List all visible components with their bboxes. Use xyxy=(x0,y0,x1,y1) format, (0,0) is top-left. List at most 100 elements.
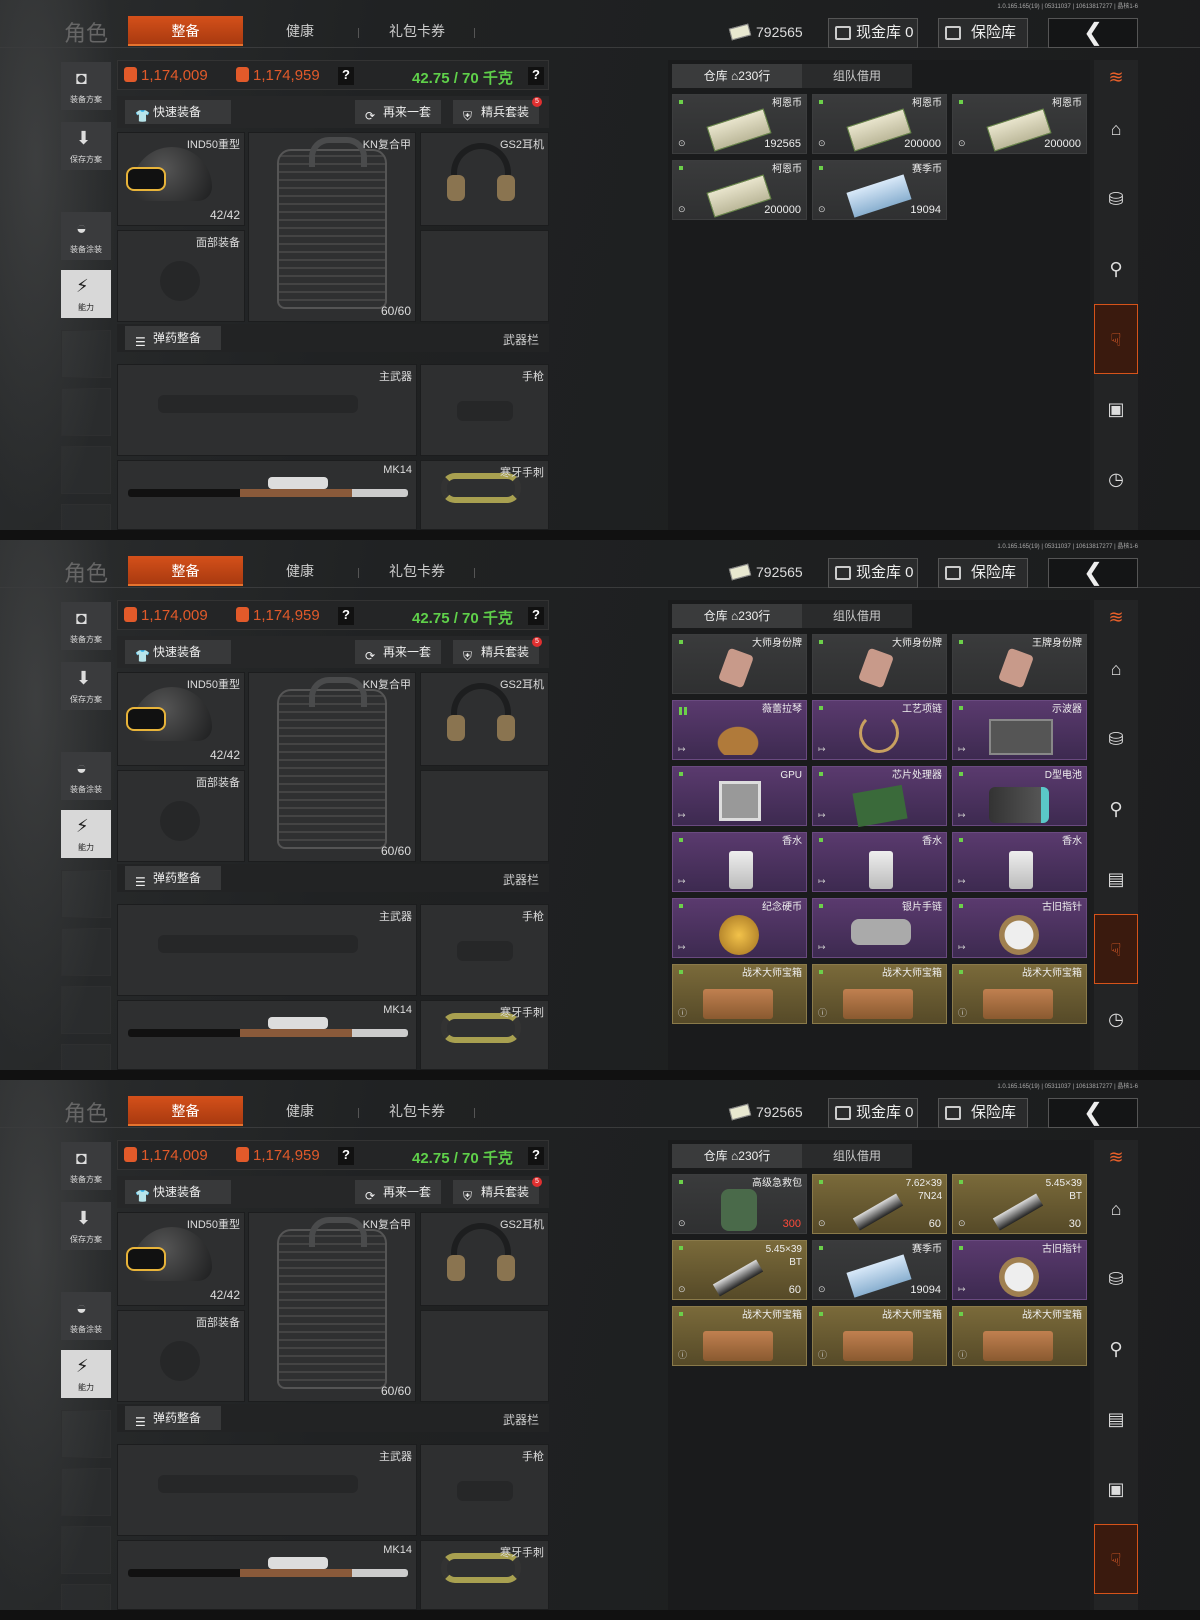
warehouse-item[interactable]: 柯恩币 192565 ⊙ xyxy=(672,94,807,154)
tab-gift-cards[interactable]: 礼包卡券 xyxy=(362,556,472,586)
sidebar-download-button[interactable]: ⬇ 保存方案 xyxy=(61,122,111,170)
warehouse-item[interactable]: 战术大师宝箱 ⓘ xyxy=(952,1306,1087,1366)
warehouse-item[interactable]: 工艺项链 ↦ xyxy=(812,700,947,760)
help-button[interactable]: ? xyxy=(338,67,354,85)
warehouse-item[interactable]: 5.45×39 BT 30 ⊙ xyxy=(952,1174,1087,1234)
sidebar-download-button[interactable]: ⬇ 保存方案 xyxy=(61,1202,111,1250)
help-button[interactable]: ? xyxy=(338,1147,354,1165)
help-button[interactable]: ? xyxy=(528,607,544,625)
warehouse-item[interactable]: 战术大师宝箱 ⓘ xyxy=(672,964,807,1024)
warehouse-item[interactable]: 高级急救包 300 ⊙ xyxy=(672,1174,807,1234)
sidebar-download-button[interactable]: ⬇ 保存方案 xyxy=(61,662,111,710)
mk14-slot[interactable]: MK14 xyxy=(117,1000,417,1070)
stack-icon[interactable]: ⛁ xyxy=(1094,164,1138,234)
armor-slot[interactable]: KN复合甲 60/60 xyxy=(248,672,416,862)
helmet-slot[interactable]: IND50重型 42/42 xyxy=(117,1212,245,1306)
ammo-setup-button[interactable]: ☰ 弹药整备 xyxy=(125,1406,221,1430)
layers-icon[interactable]: ≋ xyxy=(1094,62,1138,92)
wrench-icon[interactable]: ⚲ xyxy=(1094,1314,1138,1384)
home-icon[interactable]: ⌂ xyxy=(1094,94,1138,164)
home-icon[interactable]: ⌂ xyxy=(1094,634,1138,704)
box-icon[interactable]: ▣ xyxy=(1094,1454,1138,1524)
safe-button[interactable]: 保险库 xyxy=(938,1098,1028,1128)
warehouse-item[interactable]: 薇蕾拉琴 ↦ xyxy=(672,700,807,760)
pistol-slot[interactable]: 手枪 xyxy=(420,1444,549,1536)
box-icon[interactable]: ▣ xyxy=(1094,374,1138,444)
warehouse-item[interactable]: 柯恩币 200000 ⊙ xyxy=(812,94,947,154)
tab-team-borrow[interactable]: 组队借用 xyxy=(802,604,912,628)
help-button[interactable]: ? xyxy=(528,1147,544,1165)
elite-set-button[interactable]: ⛨ 精兵套装 5 xyxy=(453,97,542,124)
headset-slot[interactable]: GS2耳机 xyxy=(420,132,549,226)
help-button[interactable]: ? xyxy=(338,607,354,625)
warehouse-item[interactable]: 芯片处理器 ↦ xyxy=(812,766,947,828)
wrench-icon[interactable]: ⚲ xyxy=(1094,234,1138,304)
warehouse-item[interactable]: 柯恩币 200000 ⊙ xyxy=(952,94,1087,154)
face-gear-slot[interactable]: 面部装备 xyxy=(117,770,245,862)
primary-weapon-slot[interactable]: 主武器 xyxy=(117,904,417,996)
warehouse-item[interactable]: 香水 ↦ xyxy=(812,832,947,892)
clock-icon[interactable]: ◷ xyxy=(1094,444,1138,514)
cash-vault-button[interactable]: 现金库 0 xyxy=(828,558,918,588)
pistol-slot[interactable]: 手枪 xyxy=(420,364,549,456)
pistol-slot[interactable]: 手枪 xyxy=(420,904,549,996)
safe-button[interactable]: 保险库 xyxy=(938,558,1028,588)
stack-icon[interactable]: ⛁ xyxy=(1094,704,1138,774)
warehouse-item[interactable]: 柯恩币 200000 ⊙ xyxy=(672,160,807,220)
warehouse-item[interactable]: D型电池 ↦ xyxy=(952,766,1087,826)
tab-gift-cards[interactable]: 礼包卡券 xyxy=(362,16,472,46)
quick-equip-button[interactable]: 👕 快速装备 xyxy=(125,640,231,664)
sidebar-paint-button[interactable]: ◒ 装备涂装 xyxy=(61,1292,111,1340)
tab-health[interactable]: 健康 xyxy=(245,1096,355,1126)
melee-slot[interactable]: 寒牙手刺 xyxy=(420,1540,549,1610)
sidebar-vest-button[interactable]: ◘ 装备方案 xyxy=(61,62,111,110)
warehouse-item[interactable]: 纪念硬币 ↦ xyxy=(672,898,807,958)
warehouse-item[interactable]: 王牌身份牌 xyxy=(952,634,1087,694)
warehouse-item[interactable]: 5.45×39 BT 60 ⊙ xyxy=(672,1240,807,1300)
warehouse-item[interactable]: 赛季币 19094 ⊙ xyxy=(812,160,947,220)
face-gear-slot[interactable]: 面部装备 xyxy=(117,230,245,322)
warehouse-item[interactable]: 香水 ↦ xyxy=(672,832,807,892)
hand-icon[interactable]: ☟ xyxy=(1094,1524,1138,1594)
warehouse-item[interactable]: GPU ↦ xyxy=(672,766,807,826)
empty-gear-slot[interactable] xyxy=(420,230,549,322)
tab-outfit[interactable]: 整备 xyxy=(128,16,243,46)
tab-team-borrow[interactable]: 组队借用 xyxy=(802,1144,912,1168)
back-button[interactable]: ❮ xyxy=(1048,18,1138,48)
sidebar-ability-button[interactable]: ⚡ 能力 xyxy=(61,270,111,318)
wrench-icon[interactable]: ⚲ xyxy=(1094,774,1138,844)
elite-set-button[interactable]: ⛨ 精兵套装 5 xyxy=(453,1177,542,1204)
cash-vault-button[interactable]: 现金库 0 xyxy=(828,1098,918,1128)
warehouse-item[interactable]: 大师身份牌 xyxy=(812,634,947,694)
help-button[interactable]: ? xyxy=(528,67,544,85)
sidebar-vest-button[interactable]: ◘ 装备方案 xyxy=(61,1142,111,1190)
tab-outfit[interactable]: 整备 xyxy=(128,1096,243,1126)
tab-gift-cards[interactable]: 礼包卡券 xyxy=(362,1096,472,1126)
back-button[interactable]: ❮ xyxy=(1048,1098,1138,1128)
cash-vault-button[interactable]: 现金库 0 xyxy=(828,18,918,48)
melee-slot[interactable]: 寒牙手刺 xyxy=(420,460,549,530)
headset-slot[interactable]: GS2耳机 xyxy=(420,1212,549,1306)
warehouse-item[interactable]: 战术大师宝箱 ⓘ xyxy=(812,964,947,1024)
stack-icon[interactable]: ⛁ xyxy=(1094,1244,1138,1314)
tab-warehouse[interactable]: 仓库 ⌂230行 xyxy=(672,604,802,628)
elite-set-button[interactable]: ⛨ 精兵套装 5 xyxy=(453,637,542,664)
repeat-loadout-button[interactable]: ⟳ 再来一套 xyxy=(355,640,441,664)
warehouse-item[interactable]: 战术大师宝箱 ⓘ xyxy=(952,964,1087,1024)
sidebar-paint-button[interactable]: ◒ 装备涂装 xyxy=(61,752,111,800)
sidebar-paint-button[interactable]: ◒ 装备涂装 xyxy=(61,212,111,260)
home-icon[interactable]: ⌂ xyxy=(1094,1174,1138,1244)
ammo-setup-button[interactable]: ☰ 弹药整备 xyxy=(125,866,221,890)
clock-icon[interactable]: ◷ xyxy=(1094,984,1138,1054)
ammo-setup-button[interactable]: ☰ 弹药整备 xyxy=(125,326,221,350)
warehouse-item[interactable]: 战术大师宝箱 ⓘ xyxy=(672,1306,807,1366)
empty-gear-slot[interactable] xyxy=(420,1310,549,1402)
primary-weapon-slot[interactable]: 主武器 xyxy=(117,1444,417,1536)
back-button[interactable]: ❮ xyxy=(1048,558,1138,588)
helmet-slot[interactable]: IND50重型 42/42 xyxy=(117,132,245,226)
cash-icon[interactable]: ▤ xyxy=(1094,1384,1138,1454)
warehouse-item[interactable]: 7.62×39 7N24 60 ⊙ xyxy=(812,1174,947,1234)
armor-slot[interactable]: KN复合甲 60/60 xyxy=(248,132,416,322)
hand-icon[interactable]: ☟ xyxy=(1094,914,1138,984)
repeat-loadout-button[interactable]: ⟳ 再来一套 xyxy=(355,1180,441,1204)
